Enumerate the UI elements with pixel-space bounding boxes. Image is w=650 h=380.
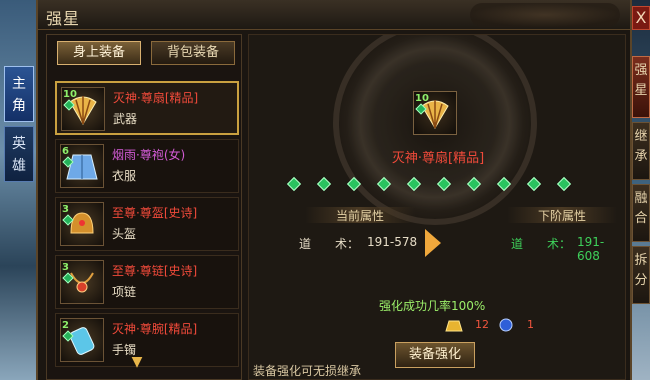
item-name: 至尊·尊盔[史诗] — [112, 206, 198, 220]
star-gem-icon — [316, 176, 332, 192]
tab-split-label: 拆分 — [634, 253, 648, 288]
tab-main-role[interactable]: 主角 — [4, 66, 34, 122]
star-gem-icon — [466, 176, 482, 192]
item-slot: 衣服 — [112, 169, 137, 183]
enhance-button[interactable]: 装备强化 — [395, 342, 475, 368]
arrow-right-icon — [425, 229, 441, 257]
tab-split[interactable]: 拆分 — [632, 246, 650, 304]
star-gem-icon — [526, 176, 542, 192]
tab-hero[interactable]: 英雄 — [4, 126, 34, 182]
selected-item-name: 灭神·尊扇[精品] — [391, 151, 485, 166]
item-name: 灭神·尊腕[精品] — [112, 322, 198, 336]
gold-cost: 12 — [475, 318, 489, 331]
gem-cost: 1 — [527, 318, 534, 331]
strengthen-window: 强星 身上装备 背包装备 10 灭神·尊扇[精品] 武器 6 烟雨·尊袍(女) … — [36, 0, 632, 380]
scroll-down-icon[interactable]: ▼ — [129, 355, 145, 369]
robe-icon: 6 — [60, 144, 104, 188]
item-name: 灭神·尊扇[精品] — [113, 91, 199, 105]
tab-fuse-label: 融合 — [634, 191, 648, 226]
tab-equipped[interactable]: 身上装备 — [57, 41, 141, 65]
next-stat-label: 道 术： — [511, 237, 572, 251]
star-gem-icon — [556, 176, 572, 192]
footer-note: 装备强化可无损继承 — [253, 364, 362, 378]
next-attr-header: 下阶属性 — [507, 207, 617, 223]
item-name: 至尊·尊链[史诗] — [112, 264, 198, 278]
list-item-necklace[interactable]: 3 至尊·尊链[史诗] 项链 — [55, 255, 239, 309]
selected-item-slot[interactable]: 10 — [413, 91, 457, 135]
item-level: 10 — [415, 93, 429, 104]
current-stat-value: 191-578 — [367, 235, 418, 249]
tab-inherit-label: 继承 — [634, 129, 648, 164]
star-gem-icon — [406, 176, 422, 192]
tab-main-role-label: 主角 — [12, 76, 26, 114]
title-bar: 强星 — [38, 0, 630, 30]
list-item-robe[interactable]: 6 烟雨·尊袍(女) 衣服 — [55, 139, 239, 193]
star-gem-icon — [376, 176, 392, 192]
necklace-icon: 3 — [60, 260, 104, 304]
tab-inherit[interactable]: 继承 — [632, 122, 650, 180]
fan-weapon-icon: 10 — [61, 87, 105, 131]
blue-gem-icon — [499, 318, 513, 332]
helmet-icon: 3 — [60, 202, 104, 246]
list-item-helmet[interactable]: 3 至尊·尊盔[史诗] 头盔 — [55, 197, 239, 251]
current-stat-label: 道 术： — [299, 237, 360, 251]
next-stat-value: 191-608 — [577, 235, 605, 263]
current-attr-header: 当前属性 — [305, 207, 415, 223]
item-slot: 武器 — [113, 112, 138, 126]
success-rate: 强化成功几率100% — [379, 299, 486, 313]
tab-bag[interactable]: 背包装备 — [151, 41, 235, 65]
item-slot: 头盔 — [112, 227, 137, 241]
item-level: 10 — [63, 89, 77, 100]
list-item-bracelet[interactable]: 2 灭神·尊腕[精品] 手镯 — [55, 313, 239, 367]
close-button[interactable]: X — [632, 6, 650, 30]
tab-strengthen[interactable]: 强星 — [632, 56, 650, 118]
star-gem-icon — [436, 176, 452, 192]
star-gem-icon — [346, 176, 362, 192]
background-left — [0, 0, 40, 380]
tab-strengthen-label: 强星 — [634, 63, 648, 98]
tab-hero-label: 英雄 — [12, 136, 26, 174]
list-item-weapon[interactable]: 10 灭神·尊扇[精品] 武器 — [55, 81, 239, 135]
enhance-panel: 10 灭神·尊扇[精品] 当前属性 下阶属性 道 术： 191-578 道 术：… — [248, 34, 626, 380]
item-name: 烟雨·尊袍(女) — [112, 148, 186, 162]
bracelet-icon: 2 — [60, 318, 104, 362]
equipment-list-panel: 身上装备 背包装备 10 灭神·尊扇[精品] 武器 6 烟雨·尊袍(女) 衣服 … — [46, 34, 242, 380]
window-title: 强星 — [46, 9, 81, 28]
tab-fuse[interactable]: 融合 — [632, 184, 650, 242]
item-slot: 项链 — [112, 285, 137, 299]
star-row — [286, 176, 589, 193]
dragon-ornament — [470, 3, 620, 27]
star-gem-icon — [496, 176, 512, 192]
star-gem-icon — [286, 176, 302, 192]
gold-bar-icon — [445, 320, 463, 332]
